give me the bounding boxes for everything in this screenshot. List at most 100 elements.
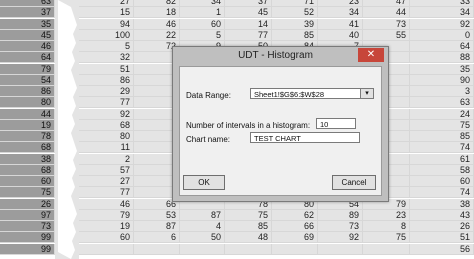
sheet-cell[interactable]: 23 (318, 0, 363, 7)
sheet-cell[interactable]: 79 (0, 63, 55, 75)
sheet-cell[interactable]: 94 (79, 18, 134, 30)
sheet-cell[interactable] (180, 243, 225, 255)
dialog-title-bar[interactable]: UDT - Histogram ✕ (173, 47, 388, 65)
sheet-cell[interactable]: 34 (410, 7, 474, 19)
sheet-cell[interactable]: 69 (272, 232, 318, 244)
sheet-cell[interactable]: 32 (79, 52, 134, 64)
sheet-cell[interactable]: 60 (410, 176, 474, 187)
sheet-cell[interactable]: 52 (272, 7, 318, 19)
sheet-cell[interactable]: 33 (410, 0, 474, 7)
sheet-cell[interactable]: 27 (79, 176, 134, 187)
sheet-cell[interactable]: 27 (79, 0, 134, 7)
sheet-cell[interactable]: 19 (79, 221, 134, 232)
sheet-cell[interactable]: 53 (134, 209, 180, 221)
sheet-cell[interactable]: 55 (363, 29, 410, 41)
sheet-cell[interactable]: 73 (318, 221, 363, 232)
sheet-cell[interactable]: 87 (134, 221, 180, 232)
sheet-cell[interactable]: 64 (0, 52, 55, 64)
sheet-cell[interactable]: 73 (363, 18, 410, 30)
sheet-cell[interactable]: 88 (410, 52, 474, 64)
sheet-cell[interactable]: 37 (0, 7, 55, 19)
sheet-cell[interactable]: 60 (180, 18, 225, 30)
sheet-cell[interactable]: 100 (79, 29, 134, 41)
sheet-cell[interactable]: 85 (272, 29, 318, 41)
sheet-cell[interactable]: 29 (79, 86, 134, 97)
sheet-cell[interactable]: 26 (0, 198, 55, 210)
sheet-cell[interactable]: 92 (410, 18, 474, 30)
sheet-cell[interactable]: 34 (180, 0, 225, 7)
sheet-cell[interactable]: 89 (318, 209, 363, 221)
sheet-cell[interactable] (134, 243, 180, 255)
sheet-cell[interactable]: 56 (410, 243, 474, 255)
sheet-cell[interactable]: 15 (79, 7, 134, 19)
sheet-cell[interactable]: 85 (410, 131, 474, 142)
sheet-cell[interactable]: 3 (410, 86, 474, 97)
sheet-cell[interactable]: 80 (79, 131, 134, 142)
sheet-cell[interactable]: 5 (79, 41, 134, 52)
intervals-field[interactable]: 10 (316, 118, 356, 129)
sheet-cell[interactable]: 51 (410, 232, 474, 244)
sheet-cell[interactable]: 86 (79, 74, 134, 86)
sheet-cell[interactable]: 18 (134, 7, 180, 19)
sheet-cell[interactable]: 68 (0, 164, 55, 176)
sheet-cell[interactable]: 63 (410, 97, 474, 109)
sheet-cell[interactable]: 45 (225, 7, 272, 19)
sheet-cell[interactable] (79, 243, 134, 255)
sheet-cell[interactable]: 78 (0, 131, 55, 142)
sheet-cell[interactable]: 35 (410, 63, 474, 75)
sheet-cell[interactable]: 60 (79, 232, 134, 244)
sheet-cell[interactable]: 11 (79, 142, 134, 154)
sheet-cell[interactable]: 77 (79, 97, 134, 109)
sheet-cell[interactable]: 99 (0, 232, 55, 244)
sheet-cell[interactable]: 40 (318, 29, 363, 41)
sheet-cell[interactable]: 92 (79, 108, 134, 120)
sheet-cell[interactable]: 75 (225, 209, 272, 221)
ok-button[interactable]: OK (183, 175, 225, 190)
sheet-cell[interactable]: 57 (79, 164, 134, 176)
sheet-cell[interactable]: 43 (410, 209, 474, 221)
sheet-cell[interactable]: 39 (272, 18, 318, 30)
sheet-cell[interactable] (363, 243, 410, 255)
sheet-cell[interactable]: 85 (225, 221, 272, 232)
sheet-cell[interactable]: 97 (0, 209, 55, 221)
sheet-cell[interactable]: 71 (272, 0, 318, 7)
sheet-cell[interactable]: 87 (180, 209, 225, 221)
data-range-dropdown-button[interactable]: ▾ (360, 88, 374, 99)
sheet-cell[interactable]: 60 (0, 176, 55, 187)
sheet-cell[interactable]: 23 (363, 209, 410, 221)
sheet-cell[interactable]: 41 (318, 18, 363, 30)
cancel-button[interactable]: Cancel (332, 175, 376, 190)
sheet-cell[interactable]: 75 (0, 187, 55, 199)
sheet-cell[interactable]: 8 (363, 221, 410, 232)
sheet-cell[interactable]: 74 (410, 142, 474, 154)
sheet-cell[interactable]: 82 (134, 0, 180, 7)
sheet-cell[interactable]: 73 (0, 221, 55, 232)
sheet-cell[interactable]: 68 (0, 142, 55, 154)
sheet-cell[interactable]: 77 (225, 29, 272, 41)
sheet-cell[interactable]: 0 (410, 29, 474, 41)
sheet-cell[interactable]: 47 (363, 0, 410, 7)
sheet-cell[interactable]: 74 (410, 187, 474, 199)
sheet-cell[interactable] (225, 243, 272, 255)
sheet-cell[interactable]: 37 (225, 0, 272, 7)
sheet-cell[interactable]: 46 (134, 18, 180, 30)
sheet-cell[interactable]: 14 (225, 18, 272, 30)
sheet-cell[interactable]: 80 (0, 97, 55, 109)
sheet-cell[interactable]: 61 (410, 153, 474, 165)
sheet-cell[interactable]: 90 (410, 74, 474, 86)
sheet-cell[interactable]: 54 (0, 74, 55, 86)
sheet-cell[interactable]: 1 (180, 7, 225, 19)
sheet-cell[interactable]: 58 (410, 164, 474, 176)
sheet-cell[interactable]: 46 (79, 198, 134, 210)
sheet-cell[interactable]: 44 (363, 7, 410, 19)
sheet-cell[interactable]: 66 (272, 221, 318, 232)
sheet-cell[interactable]: 75 (363, 232, 410, 244)
sheet-cell[interactable]: 50 (180, 232, 225, 244)
sheet-cell[interactable]: 24 (410, 108, 474, 120)
sheet-cell[interactable]: 68 (79, 119, 134, 131)
sheet-cell[interactable]: 48 (225, 232, 272, 244)
sheet-cell[interactable]: 62 (272, 209, 318, 221)
sheet-cell[interactable]: 45 (0, 29, 55, 41)
close-button[interactable]: ✕ (358, 48, 384, 62)
sheet-cell[interactable]: 5 (180, 29, 225, 41)
